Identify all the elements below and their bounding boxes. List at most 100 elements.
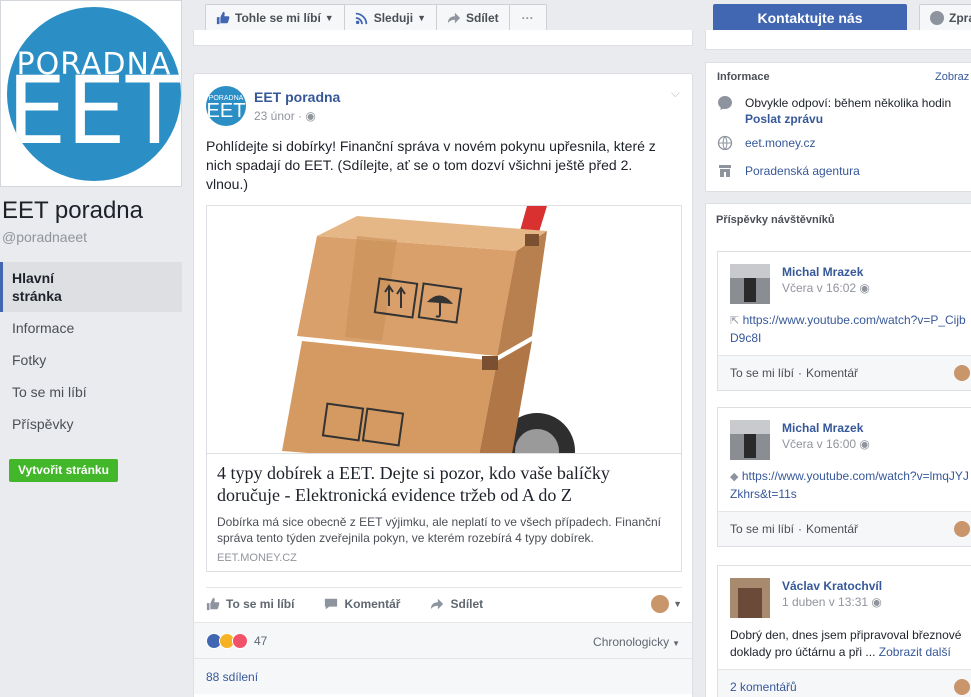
globe-icon: ◉ <box>859 437 870 451</box>
info-box: Informace Zobraz Obvykle odpoví: během n… <box>705 62 971 192</box>
visitor-comment-button[interactable]: Komentář <box>806 522 858 536</box>
post-timestamp[interactable]: 23 únor · ◉ <box>254 109 316 123</box>
like-page-label: Tohle se mi líbí <box>235 11 321 25</box>
avatar[interactable] <box>954 679 970 695</box>
post-comment-button[interactable]: Komentář <box>324 597 400 611</box>
nav-item-posts[interactable]: Příspěvky <box>0 408 182 440</box>
share-page-label: Sdílet <box>465 11 499 25</box>
see-more-link[interactable]: Zobrazit další <box>879 645 951 659</box>
sort-label: Chronologicky <box>593 635 670 649</box>
response-time-text: Obvykle odpoví: během několika hodin <box>745 96 952 110</box>
globe-icon: ◉ <box>871 595 882 609</box>
visitor-name[interactable]: Michal Mrazek <box>782 265 863 279</box>
link-description: Dobírka má sice obecně z EET výjimku, al… <box>217 515 661 545</box>
avatar[interactable] <box>730 420 770 460</box>
post-like-label: To se mi líbí <box>226 596 295 611</box>
reactions-bar: 47 Chronologicky ▼ <box>194 622 692 658</box>
response-time-row: Obvykle odpoví: během několika hodin Pos… <box>717 95 951 127</box>
separator: · <box>798 366 803 380</box>
post-card: PORADNA EET EET poradna 23 únor · ◉ ⌵ Po… <box>193 73 693 697</box>
like-page-button[interactable]: Tohle se mi líbí ▼ <box>206 5 345 31</box>
share-page-button[interactable]: Sdílet <box>437 5 510 31</box>
more-options-button[interactable]: ··· <box>510 5 546 31</box>
avatar[interactable] <box>730 264 770 304</box>
tag-icon: ◆ <box>730 471 739 483</box>
avatar[interactable] <box>954 521 970 537</box>
page-handle[interactable]: @poradnaeet <box>2 229 87 245</box>
avatar[interactable] <box>954 365 970 381</box>
reactions-summary[interactable]: 47 <box>206 633 267 649</box>
info-title: Informace <box>717 71 770 83</box>
profile-picture[interactable]: PORADNA EET <box>0 0 182 187</box>
chevron-down-icon: ▼ <box>672 639 680 648</box>
visitor-post-text: ⇱ https://www.youtube.com/watch?v=P_Cijb… <box>730 312 970 347</box>
visitor-post: Václav Kratochvíl 1 duben v 13:31 ◉ Dobr… <box>717 565 971 697</box>
share-icon <box>447 12 461 24</box>
post-author-name[interactable]: EET poradna <box>254 89 340 105</box>
shares-count[interactable]: 88 sdílení <box>206 670 258 684</box>
visitor-post-time[interactable]: Včera v 16:02 ◉ <box>782 281 870 295</box>
post-share-label: Sdílet <box>450 596 484 611</box>
visitor-post-actions: To se mi líbí · Komentář <box>718 355 971 390</box>
avatar <box>651 594 670 613</box>
post-comment-label: Komentář <box>344 596 401 611</box>
page-action-bar: Tohle se mi líbí ▼ Sleduji ▼ Sdílet ··· <box>205 4 547 32</box>
avatar[interactable] <box>730 578 770 618</box>
visitor-time-label: 1 duben v 13:31 <box>782 595 869 609</box>
visitor-post: Michal Mrazek Včera v 16:00 ◉ ◆ https://… <box>717 407 971 547</box>
nav-item-likes[interactable]: To se mi líbí <box>0 376 182 408</box>
post-as-selector[interactable]: ▼ <box>651 594 682 613</box>
link-preview[interactable]: 4 typy dobírek a EET. Dejte si pozor, kd… <box>206 205 682 572</box>
visitor-comment-button[interactable]: Komentář <box>806 366 858 380</box>
visitor-post-actions: 2 komentářů <box>718 669 971 697</box>
nav-item-home[interactable]: Hlavní stránka <box>0 262 182 312</box>
link-title[interactable]: 4 typy dobírek a EET. Dejte si pozor, kd… <box>217 462 673 506</box>
contact-us-button[interactable]: Kontaktujte nás <box>713 4 907 32</box>
message-label: Zpra <box>949 11 971 25</box>
send-message-link[interactable]: Poslat zprávu <box>745 111 951 127</box>
globe-icon: ◉ <box>305 109 316 123</box>
visitor-like-button[interactable]: To se mi líbí <box>730 522 794 536</box>
category-row: Poradenská agentura <box>717 163 860 179</box>
visitor-post-time[interactable]: 1 duben v 13:31 ◉ <box>782 595 882 609</box>
post-options-chevron-icon[interactable]: ⌵ <box>671 86 680 101</box>
post-share-button[interactable]: Sdílet <box>430 597 483 611</box>
chevron-down-icon: ▼ <box>417 13 426 23</box>
nav-item-info[interactable]: Informace <box>0 312 182 344</box>
info-see-all-link[interactable]: Zobraz <box>935 71 969 83</box>
website-link[interactable]: eet.money.cz <box>745 135 815 151</box>
follow-button[interactable]: Sleduji ▼ <box>345 5 437 31</box>
visitor-name[interactable]: Michal Mrazek <box>782 421 863 435</box>
visitor-posts-title: Příspěvky návštěvníků <box>716 214 835 226</box>
page-title[interactable]: EET poradna <box>2 197 143 225</box>
previous-post-card <box>193 30 693 46</box>
message-button[interactable]: Zpra <box>919 4 971 32</box>
share-icon <box>431 598 444 609</box>
nav-item-photos[interactable]: Fotky <box>0 344 182 376</box>
visitor-posts-box: Příspěvky návštěvníků Michal Mrazek Včer… <box>705 203 971 697</box>
visitor-time-label: Včera v 16:00 <box>782 437 857 451</box>
avatar-main-text: EET <box>206 100 246 122</box>
store-icon <box>719 165 731 177</box>
comments-count-link[interactable]: 2 komentářů <box>730 680 797 694</box>
post-like-button[interactable]: To se mi líbí <box>206 597 294 611</box>
right-top-card <box>705 30 971 50</box>
link-preview-image[interactable] <box>207 206 681 454</box>
post-author-avatar[interactable]: PORADNA EET <box>206 86 246 126</box>
visitor-post-link[interactable]: https://www.youtube.com/watch?v=lmqJYJZk… <box>730 469 969 501</box>
website-row: eet.money.cz <box>717 135 815 151</box>
globe-icon <box>717 135 733 151</box>
post-actions: To se mi líbí Komentář Sdílet ▼ <box>206 587 682 619</box>
chevron-down-icon: ▼ <box>324 13 334 23</box>
visitor-like-button[interactable]: To se mi líbí <box>730 366 794 380</box>
separator: · <box>798 522 803 536</box>
thumbs-up-icon <box>216 11 230 25</box>
globe-icon: ◉ <box>859 281 870 295</box>
comment-sort-dropdown[interactable]: Chronologicky ▼ <box>593 635 680 649</box>
visitor-name[interactable]: Václav Kratochvíl <box>782 579 882 593</box>
link-domain: EET.MONEY.CZ <box>217 552 297 564</box>
create-page-button[interactable]: Vytvořit stránku <box>9 459 118 482</box>
visitor-post-time[interactable]: Včera v 16:00 ◉ <box>782 437 870 451</box>
visitor-post-link[interactable]: https://www.youtube.com/watch?v=P_CijbD9… <box>730 313 966 345</box>
category-link[interactable]: Poradenská agentura <box>745 163 860 179</box>
